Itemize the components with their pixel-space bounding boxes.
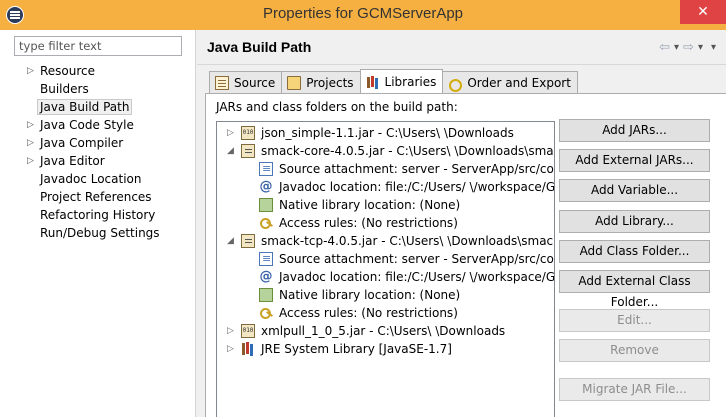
tab-source[interactable]: Source: [209, 71, 283, 93]
source-attachment-icon: [259, 160, 273, 178]
build-path-label: JARs and class folders on the build path…: [216, 100, 458, 114]
page-navigation: ⇦ ▾ ⇨ ▾ ▾: [659, 40, 716, 55]
remove-button[interactable]: Remove: [559, 339, 710, 362]
migrate-jar-button[interactable]: Migrate JAR File...: [559, 378, 710, 401]
jar-icon: 010: [241, 324, 255, 338]
tab-projects[interactable]: Projects: [281, 71, 361, 93]
add-class-folder-button[interactable]: Add Class Folder...: [559, 240, 710, 263]
tree-row[interactable]: ▷ JRE System Library [JavaSE-1.7]: [217, 340, 554, 358]
tree-row[interactable]: @ Javadoc location: file:/C:/Users/ \/wo…: [217, 178, 555, 196]
tree-row[interactable]: ▷ 010 json_simple-1.1.jar - C:\Users\ \D…: [217, 124, 554, 142]
tree-row[interactable]: ◢ smack-tcp-4.0.5.jar - C:\Users\ \Downl…: [217, 232, 554, 250]
tree-row[interactable]: Source attachment: server - ServerApp/sr…: [217, 250, 554, 268]
library-books-icon: [366, 75, 380, 89]
sidebar-item-javadoc-location[interactable]: Javadoc Location: [0, 170, 196, 188]
property-page-list: ▷ Resource Builders Java Build Path ▷ Java…: [0, 62, 196, 242]
sidebar-item-java-build-path[interactable]: Java Build Path: [0, 98, 196, 116]
sidebar-item-java-compiler[interactable]: ▷ Java Compiler: [0, 134, 196, 152]
sidebar: ▷Resource Builders Java Build Path ▷Java…: [0, 30, 196, 417]
chevron-right-icon[interactable]: ▷: [227, 322, 234, 340]
tree-row[interactable]: Access rules: (No restrictions): [217, 304, 554, 322]
sidebar-item-run-debug-settings[interactable]: Run/Debug Settings: [0, 224, 196, 242]
add-variable-button[interactable]: Add Variable...: [559, 179, 710, 202]
chevron-down-icon[interactable]: ◢: [227, 232, 234, 250]
access-rules-key-icon: [259, 216, 273, 230]
tree-row[interactable]: ◢ smack-core-4.0.5.jar - C:\Users\ \Down…: [217, 142, 554, 160]
window-title: Properties for GCMServerApp: [262, 5, 464, 22]
chevron-down-icon[interactable]: ◢: [227, 142, 234, 160]
filter-input[interactable]: [14, 36, 182, 56]
forward-menu-icon[interactable]: ▾: [698, 42, 703, 55]
back-menu-icon[interactable]: ▾: [674, 42, 679, 55]
close-button[interactable]: ✕: [680, 0, 726, 24]
sidebar-item-project-references[interactable]: Project References: [0, 188, 196, 206]
tab-libraries[interactable]: Libraries: [359, 69, 444, 93]
source-folder-icon: [215, 75, 229, 90]
tab-bar: Source Projects Libraries Order and Expo…: [209, 69, 578, 93]
tree-row[interactable]: Source attachment: server - ServerApp/sr…: [217, 160, 554, 178]
view-menu-icon[interactable]: ▾: [711, 42, 716, 55]
add-external-class-folder-button[interactable]: Add External Class Folder...: [559, 270, 710, 309]
main-panel: Java Build Path ⇦ ▾ ⇨ ▾ ▾ Source Project…: [197, 30, 726, 417]
folder-icon: [287, 75, 302, 90]
javadoc-icon: @: [259, 269, 273, 284]
sidebar-item-java-code-style[interactable]: ▷ Java Code Style: [0, 116, 196, 134]
header-divider: [197, 64, 726, 65]
access-rules-key-icon: [259, 306, 273, 320]
chevron-right-icon[interactable]: ▷: [27, 116, 34, 134]
back-arrow-icon[interactable]: ⇦: [659, 40, 670, 55]
library-tree[interactable]: ▷ 010 json_simple-1.1.jar - C:\Users\ \D…: [216, 121, 555, 417]
tree-row[interactable]: Native library location: (None): [217, 196, 554, 214]
sidebar-item-java-editor[interactable]: ▷ Java Editor: [0, 152, 196, 170]
forward-arrow-icon[interactable]: ⇨: [683, 40, 694, 55]
jar-source-icon: [241, 234, 255, 248]
tab-order-and-export[interactable]: Order and Export: [442, 71, 578, 93]
native-library-icon: [259, 198, 273, 212]
add-jars-button[interactable]: Add JARs...: [559, 119, 710, 142]
chevron-right-icon[interactable]: ▷: [27, 62, 34, 80]
sidebar-item-resource[interactable]: ▷ Resource: [0, 62, 196, 80]
chevron-right-icon[interactable]: ▷: [227, 340, 234, 358]
chevron-right-icon[interactable]: ▷: [27, 134, 34, 152]
tree-row[interactable]: @ Javadoc location: file:/C:/Users/ \/wo…: [217, 268, 555, 286]
tree-row[interactable]: Native library location: (None): [217, 286, 554, 304]
source-attachment-icon: [259, 250, 273, 268]
javadoc-icon: @: [259, 179, 273, 194]
tree-row[interactable]: ▷ 010 xmlpull_1_0_5.jar - C:\Users\ \Dow…: [217, 322, 554, 340]
page-title: Java Build Path: [207, 39, 312, 55]
tree-row[interactable]: Access rules: (No restrictions): [217, 214, 554, 232]
library-books-icon: [241, 342, 255, 356]
order-export-icon: [448, 76, 463, 92]
add-library-button[interactable]: Add Library...: [559, 210, 710, 233]
chevron-right-icon[interactable]: ▷: [27, 152, 34, 170]
add-external-jars-button[interactable]: Add External JARs...: [559, 149, 710, 172]
chevron-right-icon[interactable]: ▷: [227, 124, 234, 142]
jar-source-icon: [241, 144, 255, 158]
native-library-icon: [259, 288, 273, 302]
jar-icon: 010: [241, 126, 255, 140]
sidebar-item-builders[interactable]: Builders: [0, 80, 196, 98]
sidebar-item-refactoring-history[interactable]: Refactoring History: [0, 206, 196, 224]
edit-button[interactable]: Edit...: [559, 309, 710, 332]
title-bar: Properties for GCMServerApp ✕: [0, 0, 726, 30]
